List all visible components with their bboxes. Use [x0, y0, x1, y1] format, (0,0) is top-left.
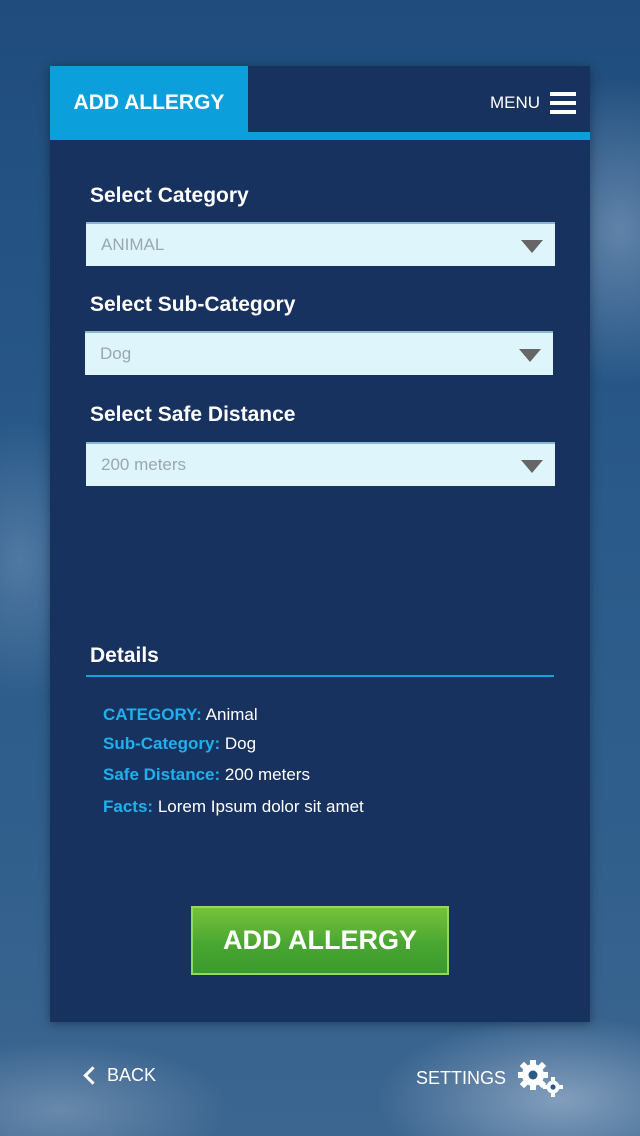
detail-row-sub-category: Sub-Category: Dog: [103, 734, 256, 754]
settings-button[interactable]: SETTINGS: [416, 1058, 564, 1098]
menu-button[interactable]: MENU: [490, 90, 576, 116]
back-label: BACK: [107, 1065, 157, 1085]
safe-distance-label: Select Safe Distance: [90, 403, 296, 426]
triangle-down-icon: [521, 460, 543, 473]
detail-key: CATEGORY:: [103, 705, 202, 724]
detail-key: Facts:: [103, 797, 154, 816]
triangle-down-icon: [519, 349, 541, 362]
sub-category-select-value: Dog: [100, 344, 132, 363]
category-select[interactable]: ANIMAL: [86, 222, 555, 266]
details-title: Details: [90, 644, 159, 667]
menu-label: MENU: [489, 93, 540, 112]
detail-value: Lorem Ipsum dolor sit amet: [157, 797, 364, 816]
chevron-left-icon: [83, 1066, 102, 1085]
detail-value: 200 meters: [224, 765, 310, 784]
detail-value: Dog: [224, 734, 257, 753]
detail-value: Animal: [205, 705, 258, 724]
safe-distance-select[interactable]: 200 meters: [86, 442, 555, 486]
details-divider: [86, 675, 554, 677]
triangle-down-icon: [521, 240, 543, 253]
detail-row-facts: Facts: Lorem Ipsum dolor sit amet: [103, 797, 364, 817]
safe-distance-select-value: 200 meters: [101, 455, 187, 474]
detail-key: Safe Distance:: [103, 765, 221, 784]
detail-row-safe-distance: Safe Distance: 200 meters: [103, 765, 310, 785]
category-select-value: ANIMAL: [101, 235, 165, 254]
gears-icon: [518, 1060, 564, 1097]
detail-row-category: CATEGORY: Animal: [103, 705, 258, 725]
hamburger-icon: [550, 92, 576, 114]
add-allergy-button[interactable]: ADD ALLERGY: [191, 906, 449, 975]
back-button[interactable]: BACK: [83, 1065, 157, 1086]
sub-category-select[interactable]: Dog: [85, 331, 553, 375]
category-label: Select Category: [90, 184, 249, 207]
sub-category-label: Select Sub-Category: [90, 293, 296, 316]
header-bar: ADD ALLERGY MENU: [50, 66, 590, 140]
settings-label: SETTINGS: [416, 1067, 507, 1088]
detail-key: Sub-Category:: [103, 734, 221, 753]
tab-add-allergy[interactable]: ADD ALLERGY: [50, 66, 248, 140]
add-allergy-card: ADD ALLERGY MENU Select Category ANIMAL …: [50, 66, 590, 1022]
